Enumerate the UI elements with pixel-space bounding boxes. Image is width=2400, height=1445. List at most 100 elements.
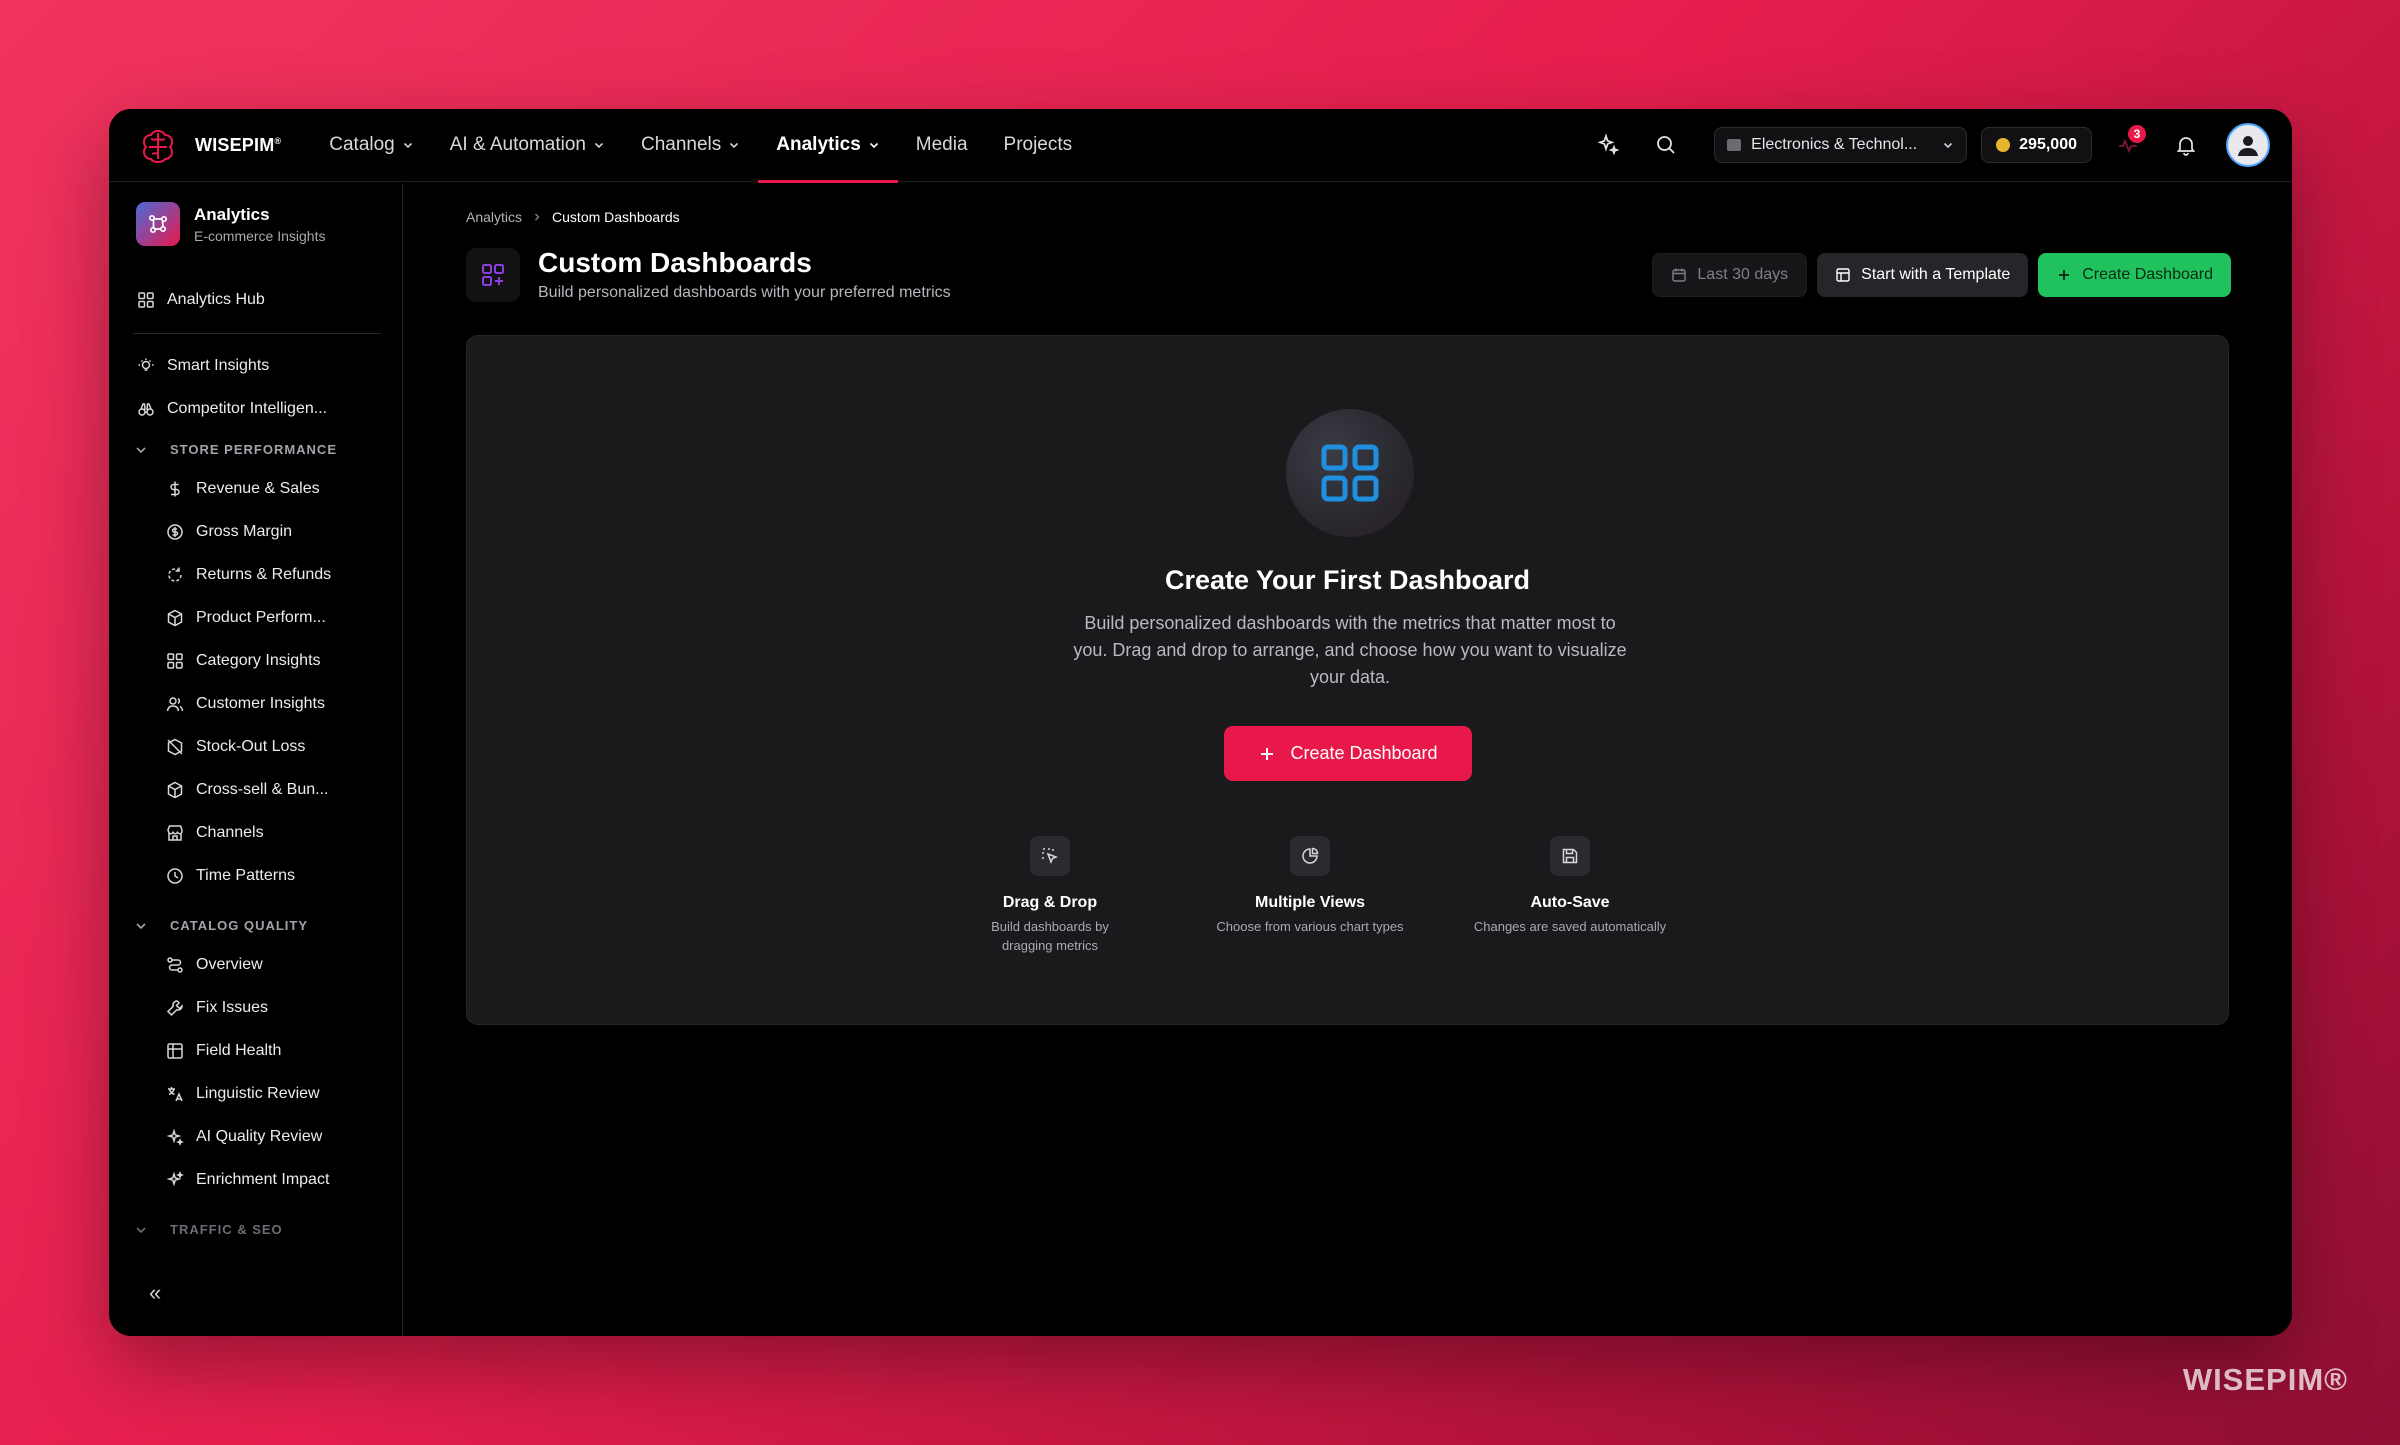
nav-right: Electronics & Technol... 295,000 3 <box>1572 123 2270 167</box>
clock-icon <box>167 868 183 884</box>
user-avatar[interactable] <box>2226 123 2270 167</box>
dollar-icon <box>170 481 180 497</box>
sidebar-item-analytics-hub[interactable]: Analytics Hub <box>137 287 265 313</box>
sidebar-item-label: Revenue & Sales <box>196 480 320 497</box>
start-with-template-button[interactable]: Start with a Template <box>1817 253 2029 297</box>
sidebar-item-channels[interactable]: Channels <box>166 820 264 846</box>
sidebar-item-field-health[interactable]: Field Health <box>166 1038 281 1064</box>
sparkle-icon <box>166 1171 184 1187</box>
box-icon <box>167 609 183 627</box>
sidebar-item-cross-sell-bundles[interactable]: Cross-sell & Bun... <box>166 777 328 803</box>
sidebar-item-competitor-intelligence[interactable]: Competitor Intelligen... <box>137 396 327 422</box>
nav-label: Analytics <box>776 134 861 155</box>
create-dashboard-button[interactable]: Create Dashboard <box>2038 253 2231 297</box>
empty-state-description: Build personalized dashboards with the m… <box>1073 613 1627 687</box>
sidebar-item-stock-out-loss[interactable]: Stock-Out Loss <box>166 734 305 760</box>
credits-balance[interactable]: 295,000 <box>1981 127 2092 163</box>
sidebar-item-overview[interactable]: Overview <box>166 952 263 978</box>
nav-catalog[interactable]: Catalog <box>311 109 432 182</box>
pie-chart-icon <box>1290 836 1330 876</box>
module-subtitle: E-commerce Insights <box>194 227 326 244</box>
sidebar-item-label: Smart Insights <box>167 357 270 374</box>
section-traffic-seo[interactable]: TRAFFIC & SEO <box>134 1222 283 1237</box>
date-range-button[interactable]: Last 30 days <box>1652 253 1808 297</box>
sidebar-item-time-patterns[interactable]: Time Patterns <box>166 863 295 889</box>
logo[interactable]: WISEPIM® <box>137 124 281 166</box>
sidebar-item-customer-insights[interactable]: Customer Insights <box>166 691 325 717</box>
section-store-performance[interactable]: STORE PERFORMANCE <box>134 442 337 457</box>
brand-mark: ® <box>274 135 282 146</box>
app-window: WISEPIM® Catalog AI & Automation Channel… <box>109 109 2292 1336</box>
sidebar-item-label: Cross-sell & Bun... <box>196 781 329 798</box>
sidebar-item-label: Customer Insights <box>196 695 325 712</box>
sidebar-item-fix-issues[interactable]: Fix Issues <box>166 995 268 1021</box>
ai-sparkle-button[interactable] <box>1586 123 1630 167</box>
sidebar-item-category-insights[interactable]: Category Insights <box>166 648 321 674</box>
binoculars-icon <box>138 403 154 416</box>
top-nav: WISEPIM® Catalog AI & Automation Channel… <box>109 109 2292 183</box>
translate-icon <box>168 1087 183 1102</box>
collapse-sidebar-button[interactable]: « <box>149 1280 161 1306</box>
sidebar-divider <box>133 333 381 334</box>
section-title: TRAFFIC & SEO <box>170 1222 283 1237</box>
sidebar-item-ai-quality-review[interactable]: AI Quality Review <box>166 1124 322 1150</box>
table-icon <box>167 1043 183 1059</box>
section-title: STORE PERFORMANCE <box>170 442 337 457</box>
sidebar-item-gross-margin[interactable]: Gross Margin <box>166 519 292 545</box>
feature-title: Drag & Drop <box>1002 894 1098 911</box>
sidebar-item-product-performance[interactable]: Product Perform... <box>166 605 326 631</box>
nav-channels[interactable]: Channels <box>623 109 758 182</box>
sparkle-icon <box>1597 133 1620 156</box>
wrench-icon <box>166 1000 183 1017</box>
sidebar-item-revenue-sales[interactable]: Revenue & Sales <box>166 476 320 502</box>
package-off-icon <box>167 738 183 756</box>
sidebar-item-returns-refunds[interactable]: Returns & Refunds <box>166 562 331 588</box>
main-content: Analytics Custom Dashboards Custom Dashb… <box>404 183 2292 1336</box>
sidebar-item-label: Fix Issues <box>196 999 269 1016</box>
chevron-down-icon <box>136 446 146 453</box>
store-selector[interactable]: Electronics & Technol... <box>1714 127 1968 163</box>
nav-label: AI & Automation <box>449 134 586 155</box>
feature-drag-drop: Drag & Drop Build dashboards by dragging… <box>935 836 1165 955</box>
search-icon <box>1657 136 1675 154</box>
nav-analytics[interactable]: Analytics <box>758 109 899 183</box>
route-icon <box>167 957 183 973</box>
breadcrumb-analytics[interactable]: Analytics <box>466 209 522 225</box>
chevron-down-icon <box>136 922 146 929</box>
breadcrumb: Analytics Custom Dashboards <box>466 209 680 225</box>
activity-button[interactable]: 3 <box>2106 123 2150 167</box>
section-title: CATALOG QUALITY <box>170 918 309 933</box>
chevron-down-icon <box>403 142 412 149</box>
chevron-right-icon <box>532 209 542 225</box>
nav-projects[interactable]: Projects <box>986 109 1091 182</box>
feature-description: Changes are saved automatically <box>1473 919 1667 934</box>
sidebar-item-smart-insights[interactable]: Smart Insights <box>137 353 269 379</box>
nav-ai-automation[interactable]: AI & Automation <box>432 109 623 182</box>
module-title: Analytics <box>194 204 270 224</box>
section-catalog-quality[interactable]: CATALOG QUALITY <box>134 918 308 933</box>
feature-description: Build dashboards by dragging metrics <box>991 919 1109 953</box>
store-value: Electronics & Technol... <box>1751 136 1918 153</box>
users-icon <box>166 697 184 712</box>
search-button[interactable] <box>1644 123 1688 167</box>
sidebar-item-label: Enrichment Impact <box>196 1171 330 1188</box>
notifications-button[interactable] <box>2164 123 2208 167</box>
coin-icon <box>1996 138 2011 152</box>
sidebar-item-linguistic-review[interactable]: Linguistic Review <box>166 1081 320 1107</box>
sidebar-item-label: Analytics Hub <box>167 291 265 308</box>
create-dashboard-hero-button[interactable]: Create Dashboard <box>1224 726 1472 781</box>
sidebar-item-label: Field Health <box>196 1042 282 1059</box>
feature-title: Auto-Save <box>1530 894 1610 911</box>
feature-multiple-views: Multiple Views Choose from various chart… <box>1195 836 1425 936</box>
template-label: Start with a Template <box>1861 266 2011 283</box>
plus-icon <box>1261 747 1274 760</box>
sidebar-item-label: Channels <box>196 824 264 841</box>
save-icon <box>1550 836 1590 876</box>
template-icon <box>1836 268 1850 282</box>
sparkle-icon <box>166 1128 184 1146</box>
nav-media[interactable]: Media <box>898 109 986 182</box>
refresh-icon <box>168 567 182 582</box>
nav-label: Channels <box>641 134 722 155</box>
sidebar-item-label: Stock-Out Loss <box>196 738 306 755</box>
sidebar-item-enrichment-impact[interactable]: Enrichment Impact <box>166 1167 329 1193</box>
